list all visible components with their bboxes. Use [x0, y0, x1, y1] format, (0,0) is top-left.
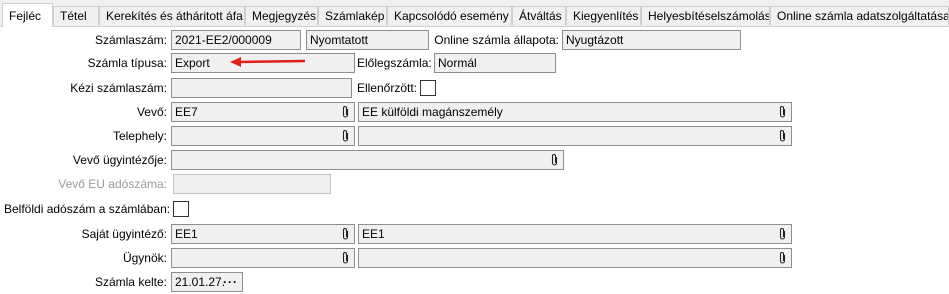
tab-fejlec[interactable]: Fejléc	[2, 3, 53, 27]
customer-name-field[interactable]: EE külföldi magánszemély	[358, 102, 792, 122]
tab-atvaltas[interactable]: Átváltás	[512, 6, 566, 25]
agent-code-field[interactable]	[171, 248, 355, 268]
site-name-field[interactable]	[358, 126, 792, 146]
own-agent-label: Saját ügyintéző:	[81, 227, 167, 241]
own-agent-name-value: EE1	[362, 227, 385, 241]
customer-code-field[interactable]: EE7	[171, 102, 355, 122]
manual-number-field[interactable]	[171, 78, 352, 98]
tab-megjegyzes[interactable]: Megjegyzés	[245, 6, 318, 25]
paperclip-icon[interactable]	[341, 251, 350, 265]
paperclip-icon[interactable]	[778, 251, 787, 265]
advance-invoice-field[interactable]: Normál	[434, 53, 556, 73]
own-agent-code-field[interactable]: EE1	[171, 224, 355, 244]
online-status-field[interactable]: Nyugtázott	[562, 30, 741, 50]
tab-kapcsolodo-esemeny[interactable]: Kapcsolódó esemény	[387, 6, 512, 25]
invoice-date-label: Számla kelte:	[94, 275, 167, 289]
paperclip-icon[interactable]	[778, 227, 787, 241]
customer-eu-tax-label: Vevő EU adószáma:	[58, 177, 167, 191]
agent-label: Ügynök:	[122, 251, 167, 265]
online-status-label: Online számla állapota:	[434, 33, 559, 47]
tab-helyesbites[interactable]: Helyesbítéselszámolás	[641, 6, 770, 25]
tab-bar: Fejléc Tétel Kerekítés és átháritott áfa…	[0, 0, 949, 27]
invoice-date-field[interactable]: 21.01.27. ···	[171, 272, 243, 292]
customer-agent-field[interactable]	[171, 150, 564, 170]
checked-label: Ellenőrzött:	[356, 81, 417, 95]
red-arrow-icon	[230, 57, 306, 67]
paperclip-icon[interactable]	[550, 153, 559, 167]
domestic-tax-checkbox[interactable]	[173, 201, 189, 217]
own-agent-name-field[interactable]: EE1	[358, 224, 792, 244]
paperclip-icon[interactable]	[341, 105, 350, 119]
date-picker-icon[interactable]: ···	[223, 273, 238, 291]
tab-tetel[interactable]: Tétel	[53, 6, 99, 25]
invoice-number-field[interactable]: 2021-EE2/000009	[171, 30, 301, 50]
paperclip-icon[interactable]	[341, 227, 350, 241]
invoice-number-label: Számlaszám:	[94, 33, 167, 47]
paperclip-icon[interactable]	[341, 129, 350, 143]
invoice-date-value: 21.01.27.	[175, 275, 226, 289]
customer-name-value: EE külföldi magánszemély	[362, 105, 503, 119]
paperclip-icon[interactable]	[778, 129, 787, 143]
customer-eu-tax-field	[173, 174, 331, 194]
tab-online-szamla[interactable]: Online számla adatszolgáltatása	[770, 6, 949, 25]
domestic-tax-label: Belföldi adószám a számlában:	[4, 202, 171, 216]
advance-invoice-label: Előlegszámla:	[357, 56, 432, 70]
checked-checkbox[interactable]	[420, 80, 436, 96]
paperclip-icon[interactable]	[778, 105, 787, 119]
site-label: Telephely:	[112, 129, 167, 143]
print-status-field[interactable]: Nyomtatott	[306, 30, 429, 50]
tab-szamlakep[interactable]: Számlakép	[318, 6, 387, 25]
customer-code-value: EE7	[175, 105, 198, 119]
customer-agent-label: Vevő ügyintézője:	[72, 153, 167, 167]
tab-kerekites[interactable]: Kerekítés és átháritott áfa	[99, 6, 245, 25]
manual-number-label: Kézi számlaszám:	[70, 81, 167, 95]
own-agent-code-value: EE1	[175, 227, 198, 241]
agent-name-field[interactable]	[358, 248, 792, 268]
site-code-field[interactable]	[171, 126, 355, 146]
tab-kiegyenlites[interactable]: Kiegyenlítés	[566, 6, 641, 25]
customer-label: Vevő:	[136, 105, 167, 119]
invoice-type-label: Számla típusa:	[87, 56, 167, 70]
